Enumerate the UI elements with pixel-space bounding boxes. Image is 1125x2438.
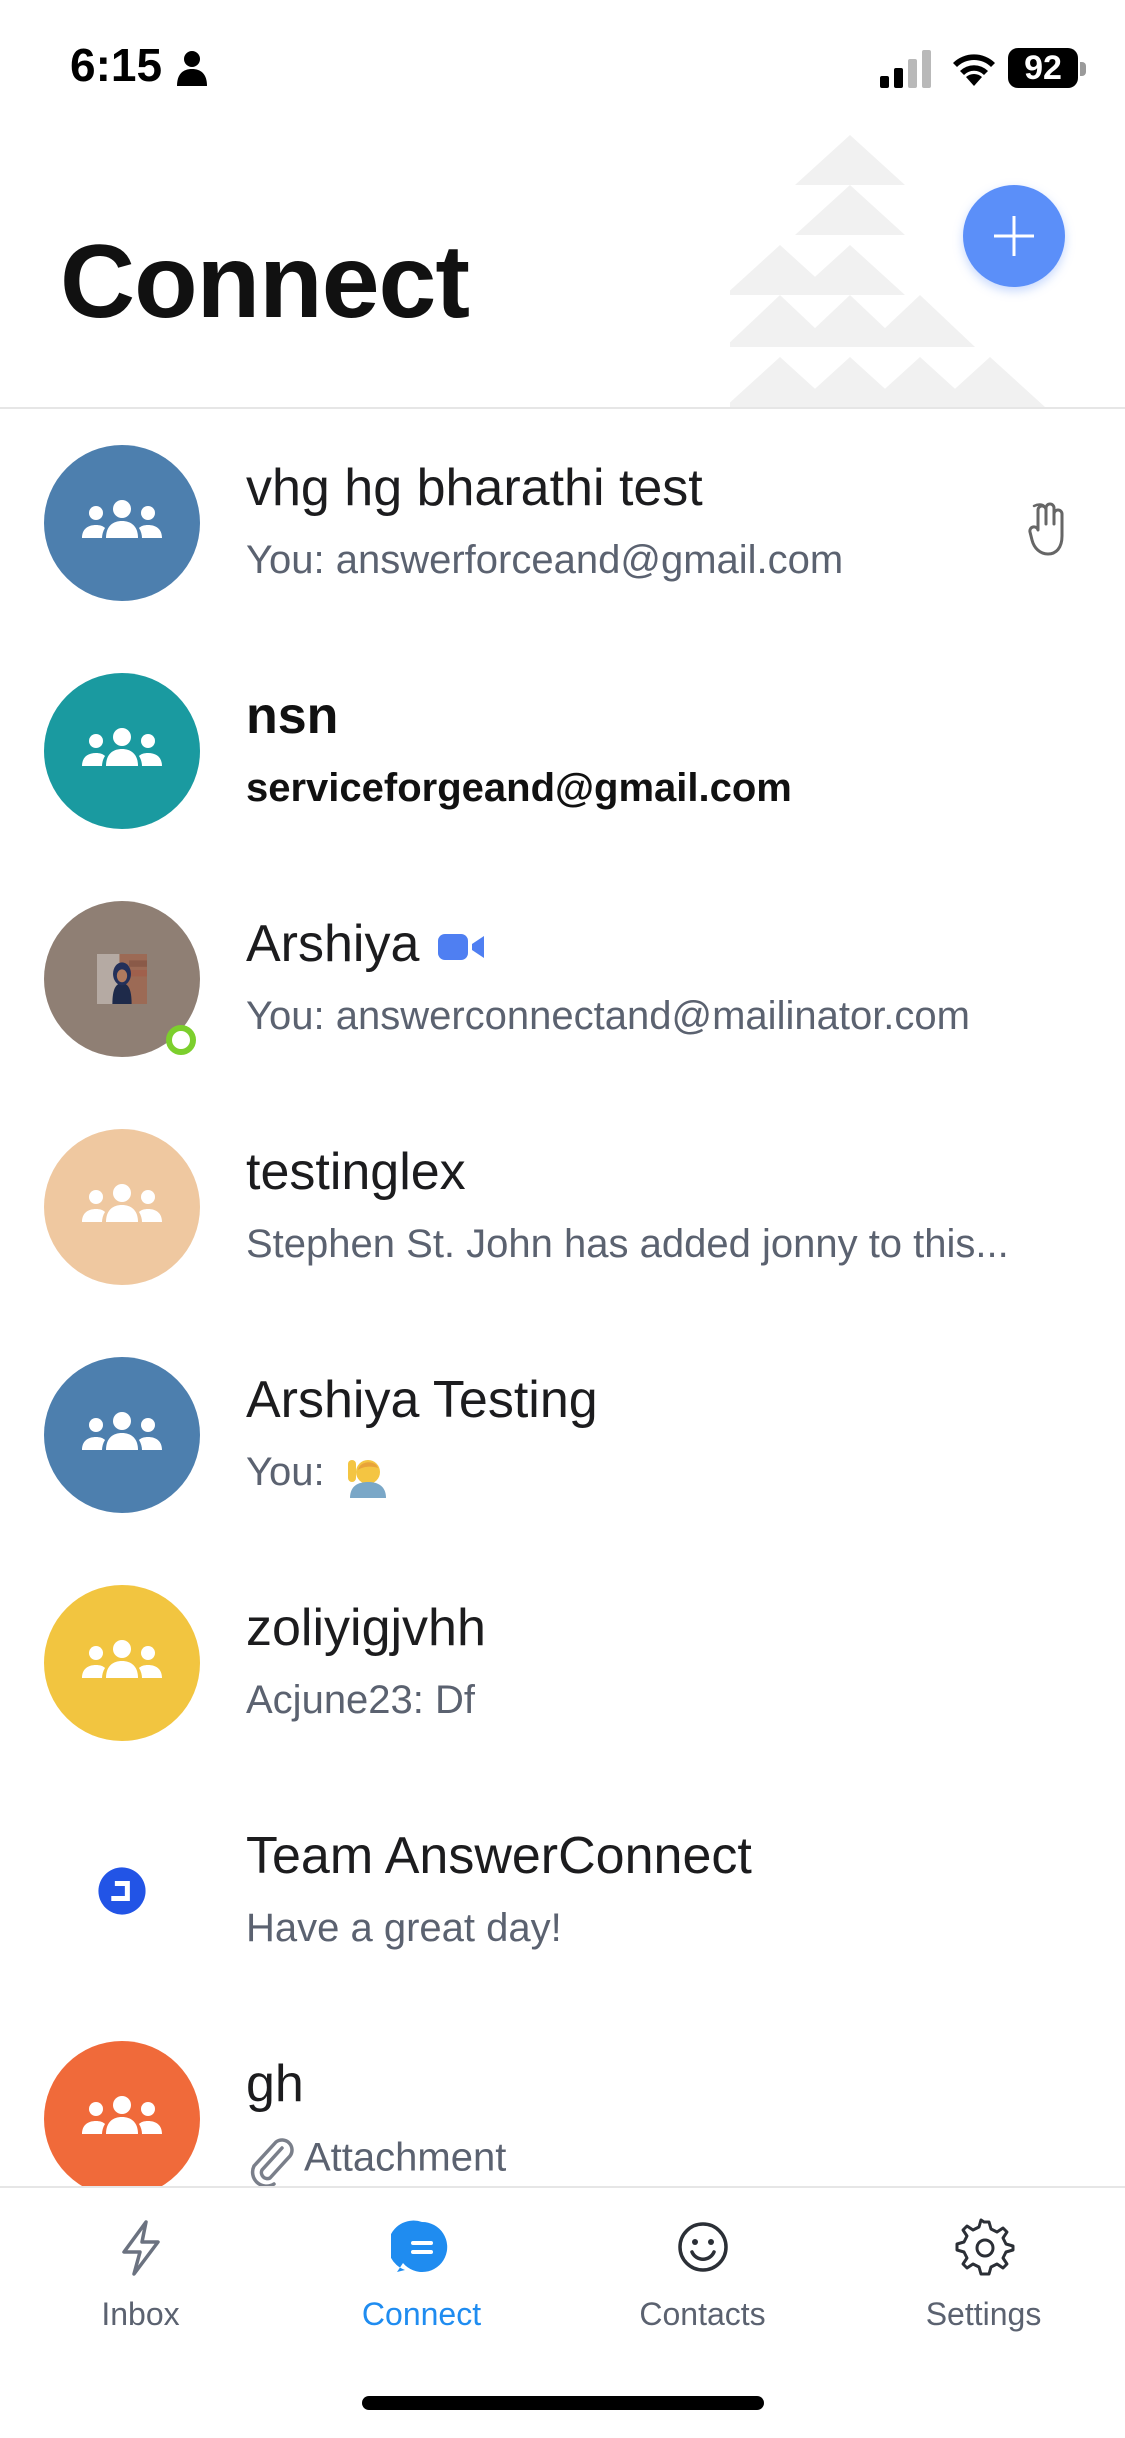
conversation-row[interactable]: Team AnswerConnect Have a great day! <box>0 1778 1125 2006</box>
status-bar: 6:15 92 <box>0 0 1125 135</box>
wifi-icon <box>953 54 995 86</box>
wave-hand-icon[interactable] <box>1026 502 1070 558</box>
group-avatar <box>44 445 200 601</box>
conversation-row[interactable]: testinglex Stephen St. John has added jo… <box>0 1094 1125 1322</box>
paperclip-icon <box>250 2138 294 2186</box>
conversation-row[interactable]: Arshiya You: answerconnectand@mailinator… <box>0 866 1125 1094</box>
conversation-preview: serviceforgeand@gmail.com <box>246 766 792 810</box>
conversation-preview: Acjune23: Df <box>246 1678 476 1722</box>
conversation-title: Arshiya Testing <box>246 1371 598 1429</box>
brand-avatar <box>44 1813 200 1969</box>
conversation-row[interactable]: Arshiya Testing You: <box>0 1322 1125 1550</box>
group-avatar <box>44 1357 200 1513</box>
battery-level: 92 <box>1008 48 1078 88</box>
conversation-row[interactable]: gh Attachment <box>0 2006 1125 2186</box>
answerconnect-logo-icon <box>98 1867 146 1915</box>
conversation-preview: You: answerforceand@gmail.com <box>246 538 844 582</box>
group-icon <box>82 1184 162 1222</box>
home-indicator <box>362 2396 764 2410</box>
person-icon <box>177 51 207 86</box>
chat-bubble-icon <box>391 2220 448 2272</box>
conversation-row[interactable]: nsn serviceforgeand@gmail.com <box>0 638 1125 866</box>
group-avatar <box>44 673 200 829</box>
tab-contacts[interactable]: Contacts <box>562 2188 843 2348</box>
header: Connect <box>0 135 1125 409</box>
conversation-title: Arshiya <box>246 915 420 973</box>
conversation-title: testinglex <box>246 1143 466 1201</box>
tab-label: Contacts <box>639 2296 766 2332</box>
conversation-title: vhg hg bharathi test <box>246 459 703 517</box>
conversation-title: gh <box>246 2055 304 2113</box>
group-icon <box>82 1412 162 1450</box>
conversation-preview: You: answerconnectand@mailinator.com <box>246 994 970 1038</box>
group-icon <box>82 728 162 766</box>
profile-photo <box>97 954 147 1004</box>
group-icon <box>82 1640 162 1678</box>
group-avatar <box>44 1129 200 1285</box>
conversation-title: nsn <box>246 687 339 745</box>
tab-settings[interactable]: Settings <box>843 2188 1124 2348</box>
video-camera-icon <box>438 934 484 960</box>
battery-indicator: 92 <box>1008 48 1086 88</box>
gear-icon <box>955 2218 1015 2276</box>
group-avatar <box>44 1585 200 1741</box>
smiley-icon <box>678 2222 728 2272</box>
group-icon <box>82 2096 162 2134</box>
conversation-preview: Attachment <box>246 2134 506 2186</box>
tab-connect[interactable]: Connect <box>281 2188 562 2348</box>
group-icon <box>82 500 162 538</box>
tab-inbox[interactable]: Inbox <box>0 2188 281 2348</box>
cellular-signal-icon <box>880 50 931 88</box>
online-status-indicator <box>166 1025 196 1055</box>
conversation-preview: Have a great day! <box>246 1906 562 1950</box>
page-title: Connect <box>60 224 470 340</box>
conversation-title: Team AnswerConnect <box>246 1827 752 1885</box>
bolt-icon <box>122 2220 160 2276</box>
conversation-row[interactable]: vhg hg bharathi test You: answerforceand… <box>0 410 1125 638</box>
group-avatar <box>44 2041 200 2186</box>
person-raising-hand-emoji-icon <box>347 1460 386 1499</box>
tab-label: Settings <box>925 2296 1042 2332</box>
preview-text: Attachment <box>304 2135 507 2180</box>
plus-icon <box>994 216 1034 256</box>
preview-text: You: <box>246 1450 325 1494</box>
conversation-preview: Stephen St. John has added jonny to this… <box>246 1222 1009 1266</box>
tab-label: Inbox <box>101 2296 180 2332</box>
conversation-row[interactable]: zoliyigjvhh Acjune23: Df <box>0 1550 1125 1778</box>
battery-tip <box>1080 62 1086 76</box>
tab-label: Connect <box>361 2296 482 2332</box>
conversation-preview: You: <box>246 1450 390 1499</box>
conversation-title: zoliyigjvhh <box>246 1599 486 1657</box>
conversation-list: vhg hg bharathi test You: answerforceand… <box>0 410 1125 2186</box>
add-conversation-button[interactable] <box>963 185 1065 287</box>
status-time: 6:15 <box>70 39 163 91</box>
